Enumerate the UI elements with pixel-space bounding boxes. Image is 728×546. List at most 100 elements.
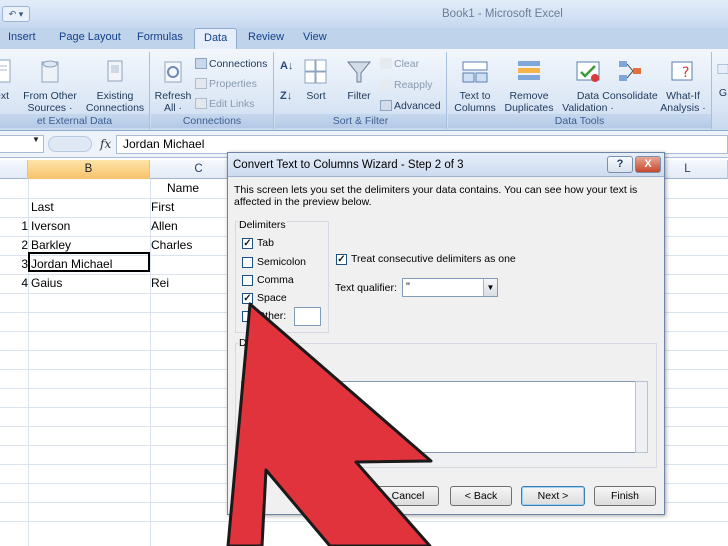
text-to-columns-label-2: Columns: [454, 102, 496, 114]
fx-insert-function-icon[interactable]: fx: [100, 137, 111, 151]
gridline: [28, 179, 29, 546]
edit-links-button[interactable]: Edit Links: [195, 98, 255, 110]
comma-checkbox-label[interactable]: Comma: [257, 274, 294, 286]
cell-c-first[interactable]: Allen: [151, 219, 178, 233]
tab-insert[interactable]: Insert: [8, 31, 36, 43]
formula-bar-expander[interactable]: [48, 136, 92, 152]
comma-checkbox[interactable]: [242, 275, 253, 286]
existing-connections-button[interactable]: Existing Connections: [84, 58, 146, 114]
group-button-cut-off[interactable]: G: [716, 55, 728, 99]
from-text-button[interactable]: ext: [0, 58, 14, 102]
cell-c-name-header[interactable]: Name: [167, 181, 199, 195]
group-label-sort-filter: Sort & Filter: [275, 114, 446, 128]
quick-access-toolbar[interactable]: ↶ ▾: [2, 6, 30, 22]
reapply-button[interactable]: Reapply: [380, 79, 433, 91]
cell-b-last-header[interactable]: Last: [31, 200, 54, 214]
window-title: Book1 - Microsoft Excel: [442, 8, 563, 20]
back-button[interactable]: < Back: [450, 486, 512, 506]
what-if-analysis-icon: ?: [671, 61, 693, 81]
group-label-get-external-data: et External Data: [0, 114, 149, 128]
tab-review[interactable]: Review: [248, 31, 284, 43]
close-button[interactable]: X: [635, 156, 661, 173]
cell-b-last[interactable]: Barkley: [31, 238, 71, 252]
text-qualifier-select[interactable]: " ▼: [402, 278, 498, 297]
title-bar: ↶ ▾ Book1 - Microsoft Excel: [0, 0, 728, 28]
dialog-title-bar[interactable]: Convert Text to Columns Wizard - Step 2 …: [228, 153, 664, 177]
sort-label: Sort: [306, 90, 326, 102]
group-data-tools: Text to Columns Remove Duplicates Data V…: [448, 52, 712, 129]
advanced-filter-button[interactable]: Advanced: [380, 100, 441, 112]
from-text-label: ext: [0, 90, 9, 102]
what-if-analysis-button[interactable]: ? What-If Analysis ·: [656, 58, 710, 114]
connections-icon: [107, 60, 123, 82]
sort-a-z-button[interactable]: A↓: [280, 60, 293, 72]
chevron-down-icon[interactable]: ▼: [32, 135, 40, 144]
from-other-label-1: From Other: [23, 90, 77, 102]
text-to-columns-button[interactable]: Text to Columns: [450, 58, 500, 114]
consolidate-button[interactable]: Consolidate: [602, 58, 658, 102]
connections-small-icon: [195, 58, 207, 69]
space-checkbox[interactable]: ✓: [242, 293, 253, 304]
cancel-button[interactable]: Cancel: [377, 486, 439, 506]
preview-text: J: [244, 386, 250, 398]
edit-links-icon: [195, 98, 207, 109]
cell-c-first[interactable]: Charles: [151, 238, 192, 252]
properties-icon: [195, 78, 207, 89]
cell-b-last[interactable]: Gaius: [31, 276, 62, 290]
next-button[interactable]: Next >: [521, 486, 585, 506]
connections-button[interactable]: Connections: [195, 58, 267, 70]
remove-duplicates-label-2: Duplicates: [504, 102, 554, 114]
refresh-icon: [164, 61, 182, 83]
filter-button[interactable]: Filter: [341, 58, 377, 102]
preview-horizontal-scrollbar[interactable]: [241, 453, 636, 465]
semicolon-checkbox-label[interactable]: Semicolon: [257, 256, 306, 268]
treat-consecutive-checkbox[interactable]: ✓: [336, 254, 347, 265]
text-to-columns-icon: [462, 61, 488, 83]
space-checkbox-label[interactable]: Space: [257, 292, 287, 304]
group-label-connections: Connections: [151, 114, 273, 128]
other-delimiter-input[interactable]: [294, 307, 321, 326]
from-other-sources-button[interactable]: From Other Sources ·: [22, 58, 78, 114]
sort-button[interactable]: Sort: [301, 58, 331, 102]
document-icon: [0, 59, 11, 83]
properties-label: Properties: [209, 78, 257, 90]
tab-data[interactable]: Data: [194, 28, 238, 49]
semicolon-checkbox[interactable]: [242, 257, 253, 268]
refresh-label-1: Refresh: [154, 90, 192, 102]
sort-z-a-button[interactable]: Z↓: [280, 90, 292, 102]
help-button[interactable]: ?: [607, 156, 633, 173]
remove-duplicates-button[interactable]: Remove Duplicates: [500, 58, 558, 114]
select-all-corner[interactable]: [0, 160, 28, 179]
properties-button[interactable]: Properties: [195, 78, 257, 90]
preview-vertical-scrollbar[interactable]: [635, 381, 648, 453]
other-checkbox-label[interactable]: Other:: [257, 310, 286, 322]
data-preview-area[interactable]: J: [241, 381, 636, 453]
tab-checkbox-label[interactable]: Tab: [257, 237, 274, 249]
reapply-label: Reapply: [394, 79, 433, 91]
filter-label: Filter: [347, 90, 371, 102]
treat-consecutive-label[interactable]: Treat consecutive delimiters as one: [351, 253, 516, 265]
cell-c-first[interactable]: Rei: [151, 276, 169, 290]
clear-filter-button[interactable]: Clear: [380, 58, 419, 70]
chevron-down-icon[interactable]: ▼: [483, 279, 497, 296]
ribbon: ext From Other Sources · Existing Connec…: [0, 49, 728, 131]
edit-links-label: Edit Links: [209, 98, 255, 110]
finish-button[interactable]: Finish: [594, 486, 656, 506]
reapply-icon: [380, 79, 392, 90]
refresh-all-button[interactable]: Refresh All ·: [153, 58, 193, 114]
tab-page-layout[interactable]: Page Layout: [59, 31, 121, 43]
remove-duplicates-label-1: Remove: [509, 90, 549, 102]
tab-formulas[interactable]: Formulas: [137, 31, 183, 43]
group-cut-label: G: [718, 87, 728, 99]
advanced-label: Advanced: [394, 100, 441, 112]
tab-view[interactable]: View: [303, 31, 327, 43]
refresh-label-2: All ·: [163, 102, 183, 114]
column-header-b[interactable]: B: [28, 160, 150, 179]
cell-b-last[interactable]: Iverson: [31, 219, 70, 233]
row-number: 3: [21, 257, 28, 271]
advanced-icon: [380, 100, 392, 111]
tab-checkbox[interactable]: ✓: [242, 238, 253, 249]
cell-c-first-header[interactable]: First: [151, 200, 174, 214]
row-number: 4: [21, 276, 28, 290]
other-checkbox[interactable]: [242, 311, 253, 322]
